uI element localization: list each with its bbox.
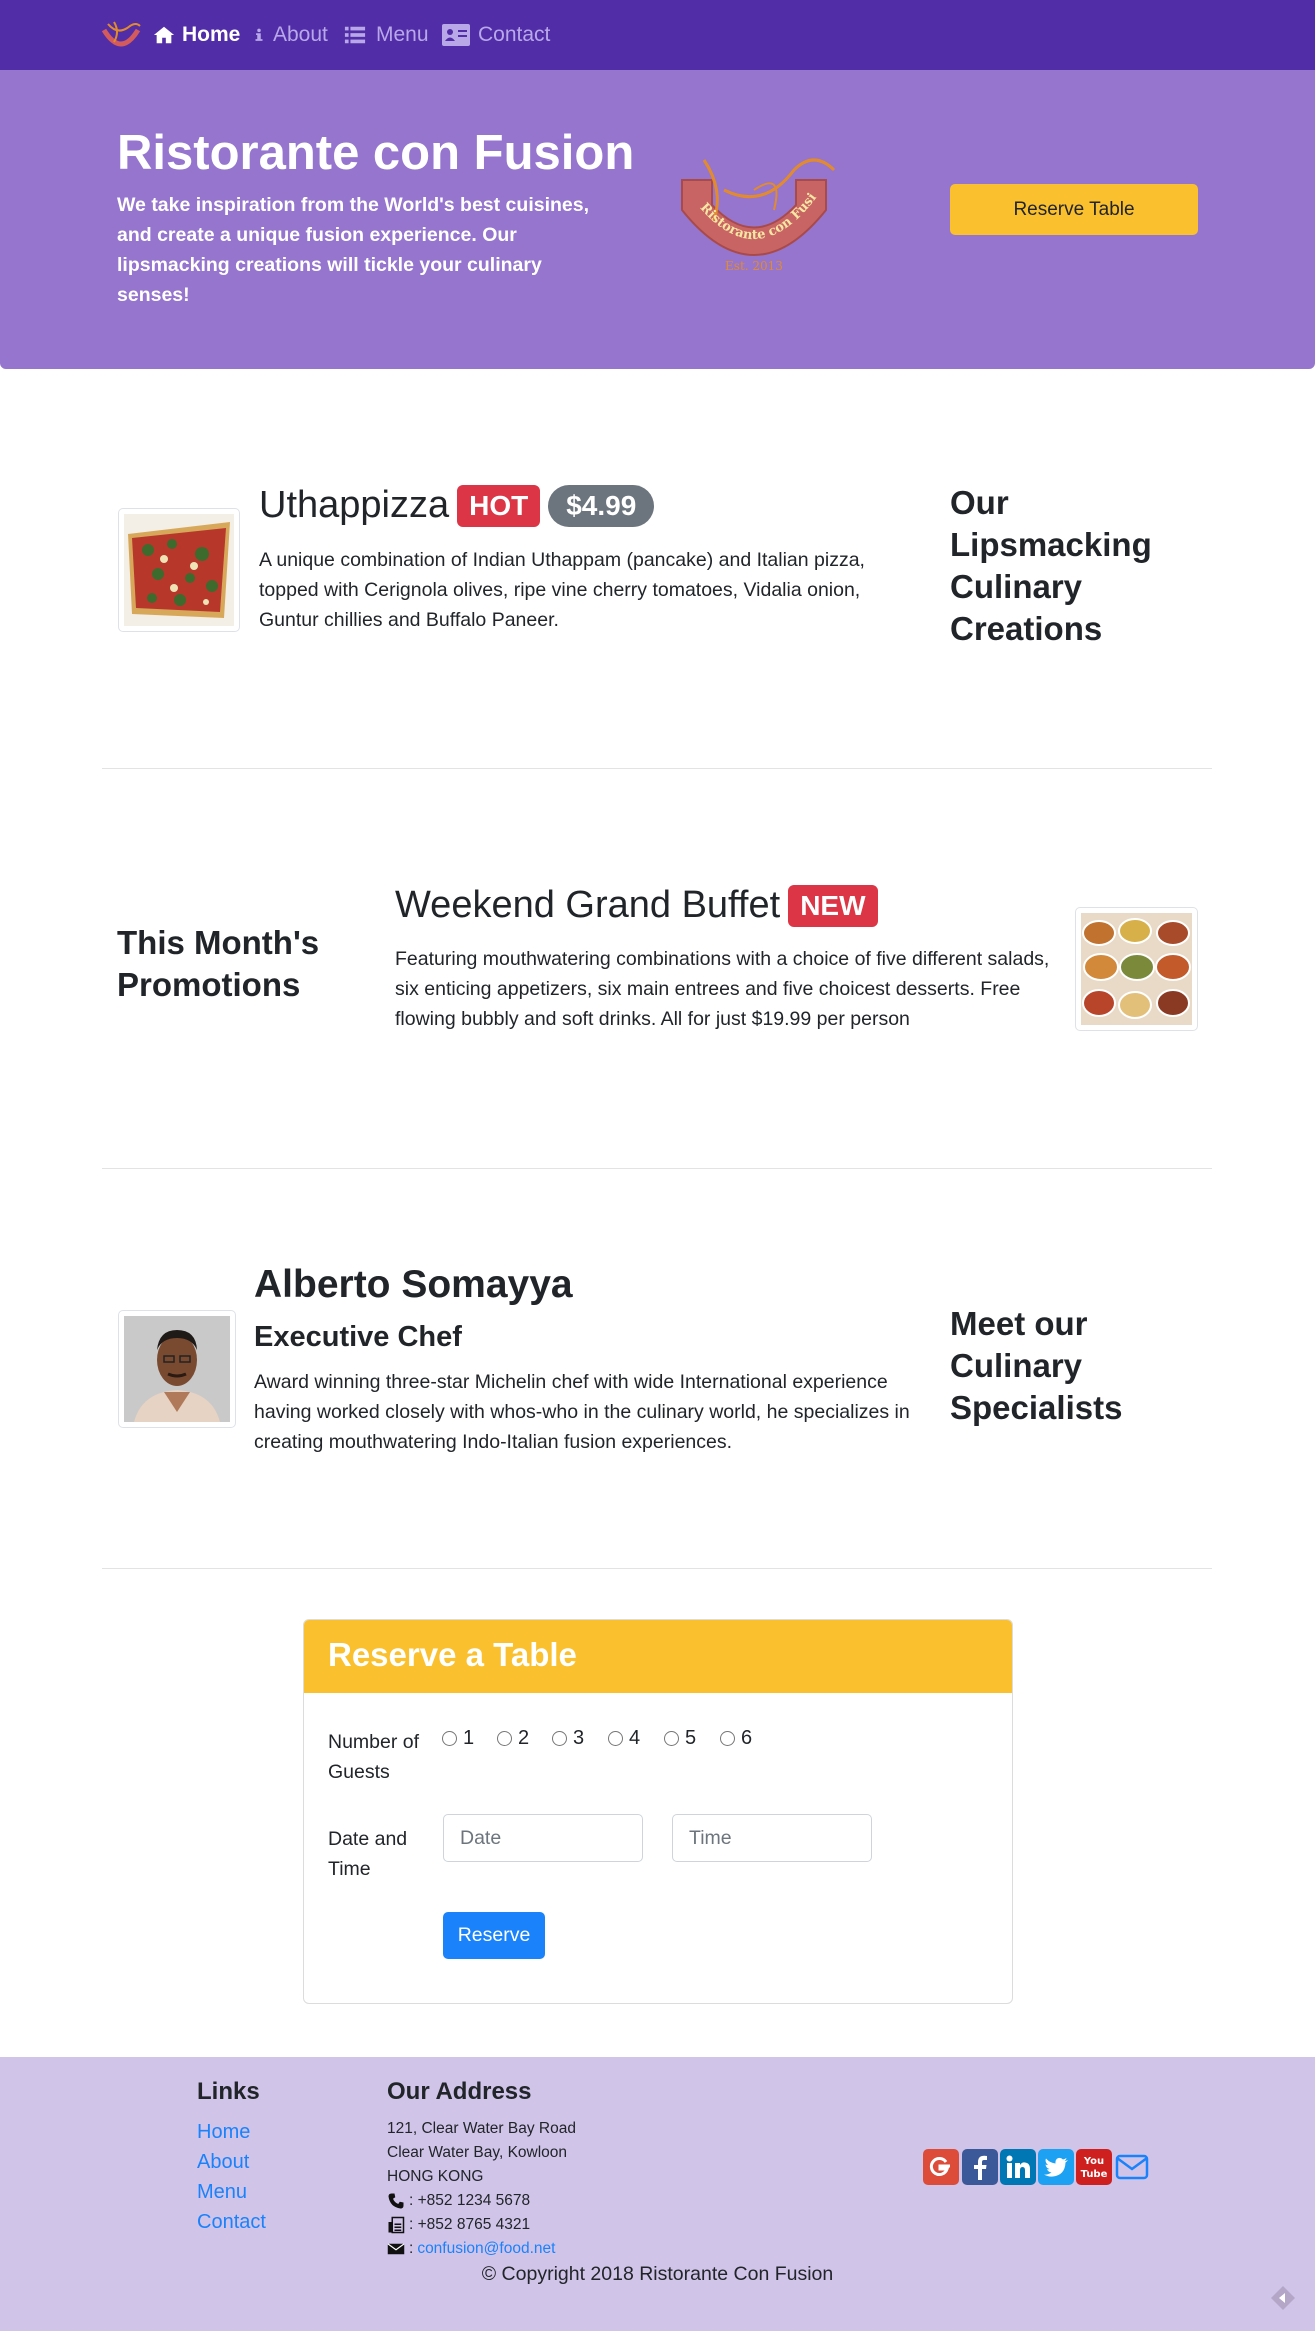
price-badge: $4.99 — [548, 484, 655, 527]
info-icon — [255, 28, 263, 41]
fax-line: : +852 8765 4321 — [387, 2213, 530, 2237]
buffet-image — [1081, 913, 1192, 1025]
chef-portrait — [124, 1316, 230, 1422]
footer-link-contact[interactable]: Contact — [197, 2207, 266, 2237]
reserve-submit-button[interactable]: Reserve — [443, 1912, 545, 1959]
promotion-title-row: Weekend Grand Buffet NEW — [395, 884, 878, 927]
nav-item-home[interactable]: Home — [153, 18, 240, 52]
twitter-icon[interactable] — [1038, 2149, 1074, 2185]
phone-icon — [388, 2193, 404, 2209]
address-card-icon — [442, 24, 470, 46]
dish-title-row: Uthappizza HOT $4.99 — [259, 484, 655, 527]
leader-name: Alberto Somayya — [254, 1263, 573, 1306]
pizza-image — [124, 514, 234, 626]
guest-radio-5[interactable]: 5 — [664, 1727, 696, 1750]
fax-icon — [388, 2216, 405, 2234]
dish-image — [118, 508, 240, 632]
time-input[interactable]: Time — [672, 1814, 872, 1862]
radio-circle[interactable] — [720, 1731, 735, 1746]
email-line: : confusion@food.net — [387, 2237, 555, 2261]
guest-radio-2[interactable]: 2 — [497, 1727, 529, 1750]
jumbotron-title: Ristorante con Fusion — [117, 126, 635, 180]
address-line-2: Clear Water Bay, Kowloon — [387, 2144, 568, 2161]
dish-name: Uthappizza — [259, 484, 450, 526]
dish-description: A unique combination of Indian Uthappam … — [259, 549, 865, 631]
youtube-icon[interactable]: You Tube — [1076, 2149, 1112, 2185]
nav-item-contact[interactable]: Contact — [441, 18, 550, 52]
section-divider — [102, 768, 1212, 769]
guest-option-label: 6 — [741, 1727, 753, 1749]
svg-text:Tube: Tube — [1081, 2169, 1108, 2180]
logo-est-text: Est. 2013 — [725, 259, 783, 273]
guest-option-label: 1 — [463, 1727, 475, 1749]
guest-option-label: 4 — [629, 1727, 641, 1749]
envelope-icon — [387, 2243, 405, 2255]
address-line-1: 121, Clear Water Bay Road — [387, 2120, 576, 2137]
fax-text: : +852 8765 4321 — [409, 2216, 531, 2233]
reserve-table-button[interactable]: Reserve Table — [950, 184, 1198, 235]
section-divider — [102, 1168, 1212, 1169]
email-link[interactable]: confusion@food.net — [417, 2237, 555, 2261]
nav-label-menu: Menu — [376, 23, 429, 46]
list-icon — [344, 26, 366, 44]
promotion-name: Weekend Grand Buffet — [395, 884, 781, 926]
guest-option-label: 2 — [518, 1727, 530, 1749]
promotion-image — [1075, 907, 1198, 1031]
dish-side-heading: Our Lipsmacking Culinary Creations — [950, 484, 1152, 647]
radio-circle[interactable] — [608, 1731, 623, 1746]
leader-side-heading: Meet our Culinary Specialists — [950, 1305, 1123, 1426]
guest-radio-3[interactable]: 3 — [552, 1727, 584, 1750]
svg-text:You: You — [1083, 2156, 1104, 2167]
section-divider — [102, 1568, 1212, 1569]
guest-option-label: 3 — [573, 1727, 585, 1749]
leader-designation: Executive Chef — [254, 1321, 462, 1353]
brand-logo-icon[interactable] — [100, 18, 142, 54]
datetime-label: Date and Time — [328, 1828, 408, 1880]
promotion-description: Featuring mouthwatering combinations wit… — [395, 948, 1050, 1030]
address-line-3: HONG KONG — [387, 2168, 484, 2185]
promotion-side-heading: This Month's Promotions — [117, 924, 320, 1003]
date-input[interactable]: Date — [443, 1814, 643, 1862]
phone-line: : +852 1234 5678 — [387, 2189, 530, 2213]
email-prefix: : — [409, 2240, 414, 2257]
new-badge: NEW — [788, 884, 878, 927]
nav-label-about: About — [273, 23, 328, 46]
jumbotron-text: We take inspiration from the World's bes… — [117, 194, 590, 306]
facebook-icon[interactable] — [962, 2149, 998, 2185]
nav-item-about[interactable]: About — [252, 18, 328, 52]
linkedin-icon[interactable] — [1000, 2149, 1036, 2185]
radio-circle[interactable] — [442, 1731, 457, 1746]
nav-label-contact: Contact — [478, 23, 551, 46]
phone-text: : +852 1234 5678 — [409, 2192, 531, 2209]
footer-link-home[interactable]: Home — [197, 2117, 250, 2147]
guest-radio-6[interactable]: 6 — [720, 1727, 752, 1750]
guest-option-label: 5 — [685, 1727, 697, 1749]
nav-label-home: Home — [182, 23, 241, 46]
guests-label: Number of Guests — [328, 1731, 420, 1783]
hot-badge: HOT — [457, 484, 541, 527]
copyright-text: © Copyright 2018 Ristorante Con Fusion — [481, 2263, 834, 2285]
radio-circle[interactable] — [552, 1731, 567, 1746]
footer-address-heading: Our Address — [387, 2078, 532, 2105]
footer-link-menu[interactable]: Menu — [197, 2177, 247, 2207]
restaurant-logo-icon: Ristorante con Fusion Est. 2013 — [664, 150, 836, 273]
mail-icon[interactable] — [1114, 2149, 1150, 2185]
footer-links-heading: Links — [197, 2078, 260, 2105]
nav-item-menu[interactable]: Menu — [341, 18, 429, 52]
corner-widget-icon[interactable] — [1270, 2285, 1296, 2311]
leader-image — [118, 1310, 236, 1428]
reserve-card-title: Reserve a Table — [328, 1636, 577, 1673]
radio-circle[interactable] — [664, 1731, 679, 1746]
home-icon — [153, 26, 175, 44]
leader-description: Award winning three-star Michelin chef w… — [254, 1371, 910, 1453]
footer-link-about[interactable]: About — [197, 2147, 249, 2177]
guest-radio-1[interactable]: 1 — [442, 1727, 474, 1750]
google-plus-icon[interactable] — [923, 2149, 959, 2185]
radio-circle[interactable] — [497, 1731, 512, 1746]
guest-radio-4[interactable]: 4 — [608, 1727, 640, 1750]
